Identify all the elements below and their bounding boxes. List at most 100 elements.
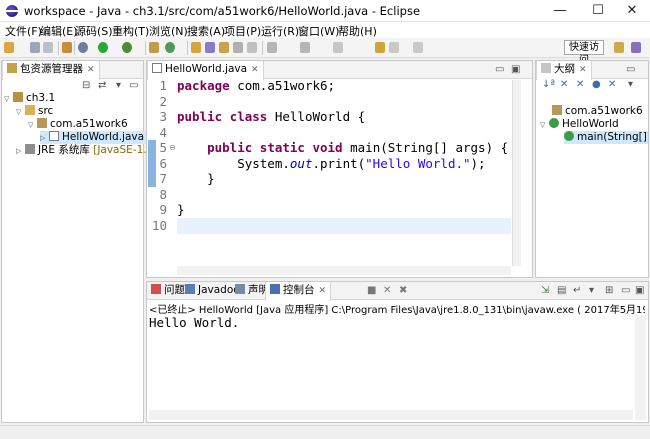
close-icon[interactable]: ✕ <box>579 65 587 75</box>
view-menu-icon[interactable]: ▾ <box>628 79 633 90</box>
chevron-down-icon[interactable]: ▽ <box>16 106 25 119</box>
sort-icon[interactable]: ↓ª <box>542 79 555 90</box>
close-icon[interactable]: ✕ <box>251 65 259 75</box>
current-line-highlight <box>177 218 511 234</box>
hide-local-types-icon[interactable]: ✕ <box>608 79 616 90</box>
view-menu-icon[interactable]: ▾ <box>116 80 121 91</box>
menu-source[interactable]: 源码(S) <box>75 23 113 39</box>
outline-item-class[interactable]: ▽ HelloWorld <box>540 118 619 131</box>
menu-window[interactable]: 窗口(W) <box>298 23 339 39</box>
forward-history-icon[interactable] <box>413 42 423 53</box>
public-method-icon <box>564 131 574 141</box>
fold-icon[interactable]: ⊖ <box>169 143 176 152</box>
quick-access-input[interactable]: 快速访问 <box>564 40 604 66</box>
maximize-view-icon[interactable]: ▣ <box>511 64 520 75</box>
tree-item-package[interactable]: ▽ com.a51work6 <box>28 118 128 131</box>
tree-item-src[interactable]: ▽ src <box>16 105 53 118</box>
annotation-next-icon[interactable] <box>267 42 277 53</box>
new-icon[interactable] <box>4 42 14 53</box>
outline-item-main-method[interactable]: main(String[]) : <box>564 131 648 144</box>
back-icon[interactable] <box>375 42 385 53</box>
code-line[interactable]: public static void main(String[] args) { <box>177 140 508 155</box>
open-perspective-icon[interactable] <box>614 42 624 53</box>
maximize-view-icon[interactable]: ▣ <box>635 285 644 296</box>
terminate-icon[interactable]: ■ <box>367 285 376 296</box>
code-line[interactable]: public class HelloWorld { <box>177 109 365 124</box>
menu-navigate[interactable]: 浏览(N) <box>149 23 188 39</box>
link-editor-icon[interactable]: ⇄ <box>98 80 106 91</box>
tree-item-helloworld-java[interactable]: ▷ HelloWorld.java <box>40 131 148 144</box>
title-bar: workspace - Java - ch3.1/src/com/a51work… <box>0 0 650 22</box>
code-token: static <box>259 140 305 155</box>
chevron-down-icon[interactable]: ▽ <box>28 119 37 132</box>
new-class-icon[interactable] <box>165 42 175 53</box>
run-icon[interactable] <box>98 42 108 53</box>
minimize-view-icon[interactable]: ▭ <box>495 64 504 75</box>
chevron-down-icon[interactable]: ▽ <box>540 119 549 132</box>
mark-icon[interactable] <box>247 42 257 53</box>
menu-project[interactable]: 项目(P) <box>224 23 261 39</box>
hide-nonpublic-icon[interactable]: ● <box>592 79 601 90</box>
word-wrap-icon[interactable]: ↵ <box>573 285 581 296</box>
code-line[interactable]: System.out.print("Hello World."); <box>177 156 485 171</box>
forward-icon[interactable] <box>389 42 399 53</box>
hide-static-icon[interactable]: ✕ <box>576 79 584 90</box>
package-explorer-icon <box>7 63 17 73</box>
menu-edit[interactable]: 编辑(E) <box>40 23 78 39</box>
menu-search[interactable]: 搜索(A) <box>187 23 225 39</box>
annotation-prev-icon[interactable] <box>300 42 310 53</box>
chevron-down-icon[interactable]: ▽ <box>4 93 13 106</box>
pen-icon[interactable] <box>219 42 229 53</box>
debug-icon[interactable] <box>78 42 88 53</box>
scroll-lock-icon[interactable]: ⇲ <box>541 285 549 296</box>
maximize-button[interactable]: ☐ <box>580 0 616 22</box>
tab-console[interactable]: 控制台 ✕ <box>265 282 332 301</box>
minimize-button[interactable]: — <box>542 0 578 22</box>
pin-console-icon[interactable]: ▤ <box>557 285 566 296</box>
package-explorer-panel: 包资源管理器 ✕ ⊟ ⇄ ▾ ▭ ▽ ch3.1 ▽ src ▽ com.a51work… <box>1 60 157 423</box>
outline-item-package[interactable]: com.a51work6 <box>552 105 643 118</box>
tree-item-jre[interactable]: ▷ JRE 系统库 [JavaSE-1.8] <box>16 144 157 157</box>
vertical-scrollbar[interactable] <box>512 80 521 266</box>
code-line[interactable]: } <box>177 171 215 186</box>
toggle-icon[interactable] <box>233 42 243 53</box>
close-icon[interactable]: ✕ <box>319 286 327 296</box>
new-package-icon[interactable] <box>149 42 159 53</box>
open-folder-icon[interactable] <box>191 42 201 53</box>
console-output[interactable]: Hello World. <box>149 315 239 330</box>
save-all-icon[interactable] <box>43 42 53 53</box>
code-token: public <box>177 109 223 124</box>
external-tools-icon[interactable] <box>122 42 132 53</box>
horizontal-scrollbar[interactable] <box>177 266 511 275</box>
minimize-view-icon[interactable]: ▭ <box>626 64 635 75</box>
open-type-icon[interactable] <box>62 42 72 53</box>
menu-file[interactable]: 文件(F) <box>5 23 42 39</box>
close-icon[interactable]: ✕ <box>87 65 95 75</box>
remove-all-icon[interactable]: ✖ <box>399 285 407 296</box>
close-button[interactable]: ✕ <box>614 0 650 22</box>
menu-run[interactable]: 运行(R) <box>261 23 299 39</box>
tree-item-project[interactable]: ▽ ch3.1 <box>4 92 55 105</box>
save-icon[interactable] <box>30 42 40 53</box>
last-edit-icon[interactable] <box>333 42 343 53</box>
remove-launch-icon[interactable]: ✕ <box>383 285 391 296</box>
hide-fields-icon[interactable]: ✕ <box>560 79 568 90</box>
open-console-icon[interactable]: ⊞ <box>605 285 613 296</box>
minimize-view-icon[interactable]: ▭ <box>129 80 138 91</box>
tab-package-explorer[interactable]: 包资源管理器 ✕ <box>2 61 100 80</box>
menu-help[interactable]: 帮助(H) <box>338 23 377 39</box>
console-horizontal-scrollbar[interactable] <box>149 410 633 420</box>
source-folder-icon <box>25 105 35 115</box>
code-line[interactable]: } <box>177 202 185 217</box>
menu-refactor[interactable]: 重构(T) <box>112 23 149 39</box>
chevron-right-icon[interactable]: ▷ <box>16 145 25 158</box>
search-icon[interactable] <box>205 42 215 53</box>
code-token: } <box>177 171 215 186</box>
java-perspective-icon[interactable] <box>631 42 641 53</box>
display-console-icon[interactable]: ▾ <box>589 285 594 296</box>
code-line[interactable]: package com.a51work6; <box>177 78 335 93</box>
tab-outline[interactable]: 大纲 ✕ <box>536 61 592 80</box>
minimize-view-icon[interactable]: ▭ <box>621 285 630 296</box>
console-scrollbar[interactable] <box>635 315 646 420</box>
collapse-all-icon[interactable]: ⊟ <box>82 80 90 91</box>
